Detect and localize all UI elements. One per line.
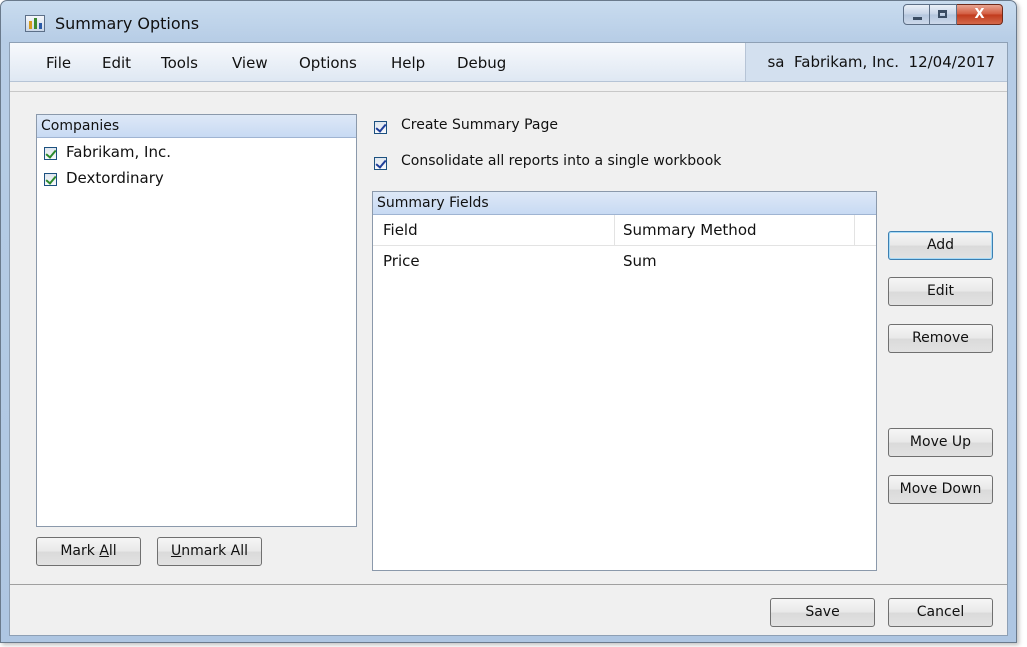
move-up-button[interactable]: Move Up (888, 428, 993, 457)
unmark-all-mnemonic: U (170, 543, 182, 559)
companies-list[interactable]: Companies Fabrikam, Inc. Dextordinary (36, 114, 357, 527)
menu-view[interactable]: View (232, 54, 268, 72)
mark-all-mnemonic: A (99, 543, 109, 559)
remove-button[interactable]: Remove (888, 324, 993, 353)
column-divider (614, 215, 615, 245)
column-divider (854, 215, 855, 245)
mark-all-label-rest: ll (108, 543, 117, 559)
company-label: Dextordinary (66, 169, 164, 187)
consolidate-checkbox[interactable] (374, 157, 387, 170)
menu-tools[interactable]: Tools (161, 54, 198, 72)
cancel-button[interactable]: Cancel (888, 598, 993, 627)
caption-buttons (903, 4, 1003, 26)
table-row[interactable]: Price Sum (373, 246, 876, 276)
menu-help[interactable]: Help (391, 54, 425, 72)
summary-fields-header: Summary Fields (373, 192, 876, 215)
move-down-button[interactable]: Move Down (888, 475, 993, 504)
unmark-all-label: nmark All (181, 543, 248, 559)
menu-edit[interactable]: Edit (102, 54, 131, 72)
add-button[interactable]: Add (888, 231, 993, 260)
app-icon (25, 15, 45, 32)
maximize-button[interactable] (930, 4, 957, 25)
companies-header: Companies (37, 115, 356, 138)
menu-options[interactable]: Options (299, 54, 357, 72)
create-summary-checkbox[interactable] (374, 121, 387, 134)
column-summary-method[interactable]: Summary Method (623, 215, 757, 245)
window-title: Summary Options (55, 14, 200, 33)
grid-column-headers: Field Summary Method (373, 215, 876, 246)
unmark-all-button[interactable]: Unmark All (157, 537, 262, 566)
menu-debug[interactable]: Debug (457, 54, 506, 72)
consolidate-option[interactable]: Consolidate all reports into a single wo… (372, 151, 792, 177)
create-summary-label: Create Summary Page (401, 117, 558, 133)
mark-all-label: Mark (60, 543, 100, 559)
column-field[interactable]: Field (383, 215, 418, 245)
company-checkbox-dextordinary[interactable] (44, 173, 57, 186)
consolidate-label: Consolidate all reports into a single wo… (401, 153, 722, 169)
close-button[interactable] (957, 4, 1003, 25)
summary-options-window: Summary Options File Edit Tools View Opt… (0, 0, 1017, 643)
menu-file[interactable]: File (46, 54, 71, 72)
client-area: File Edit Tools View Options Help Debug … (9, 42, 1008, 636)
save-button[interactable]: Save (770, 598, 875, 627)
company-row-dextordinary[interactable]: Dextordinary (37, 166, 356, 192)
row-method: Sum (623, 252, 657, 270)
title-bar[interactable]: Summary Options (1, 1, 1016, 43)
company-row-fabrikam[interactable]: Fabrikam, Inc. (37, 140, 356, 166)
user-company-date: sa Fabrikam, Inc. 12/04/2017 (745, 43, 1007, 81)
menu-bar: File Edit Tools View Options Help Debug … (10, 43, 1007, 82)
edit-button[interactable]: Edit (888, 277, 993, 306)
minimize-button[interactable] (903, 4, 930, 25)
company-label: Fabrikam, Inc. (66, 143, 172, 161)
company-checkbox-fabrikam[interactable] (44, 147, 57, 160)
row-field: Price (383, 252, 420, 270)
create-summary-option[interactable]: Create Summary Page (372, 115, 772, 141)
menu-separator (10, 91, 1007, 92)
mark-all-button[interactable]: Mark All (36, 537, 141, 566)
summary-fields-grid[interactable]: Summary Fields Field Summary Method Pric… (372, 191, 877, 571)
